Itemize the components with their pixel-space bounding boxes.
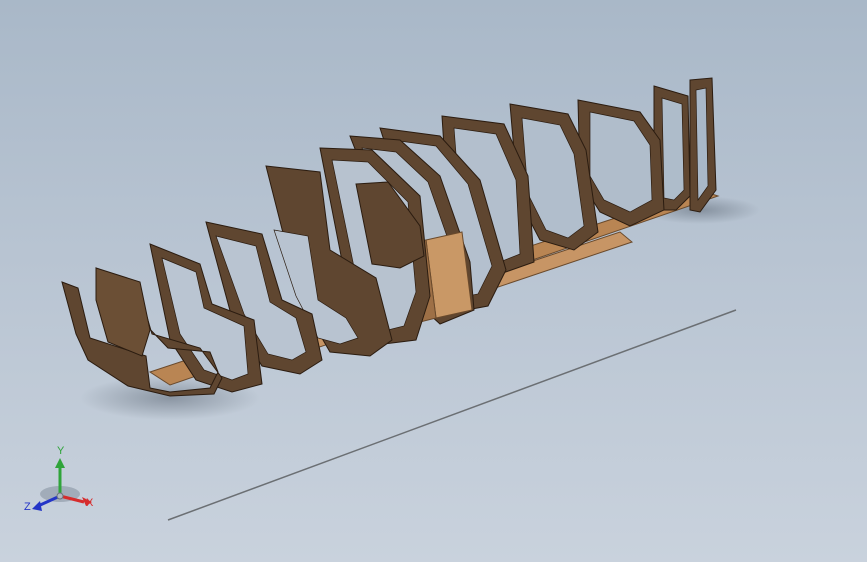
triad-y-arrow-icon bbox=[55, 458, 65, 468]
cad-3d-viewport[interactable]: Y X Z bbox=[0, 0, 867, 562]
boat-hull-frame-model[interactable] bbox=[61, 77, 720, 397]
view-orientation-triad[interactable]: Y X Z bbox=[22, 440, 102, 520]
triad-y-label: Y bbox=[57, 445, 65, 457]
bow-frame-1 bbox=[689, 77, 717, 213]
triad-z-arrow-icon bbox=[32, 501, 42, 511]
triad-x-label: X bbox=[86, 497, 94, 509]
triad-z-label: Z bbox=[24, 501, 31, 513]
triad-origin bbox=[56, 492, 64, 500]
model-canvas[interactable] bbox=[0, 0, 867, 562]
